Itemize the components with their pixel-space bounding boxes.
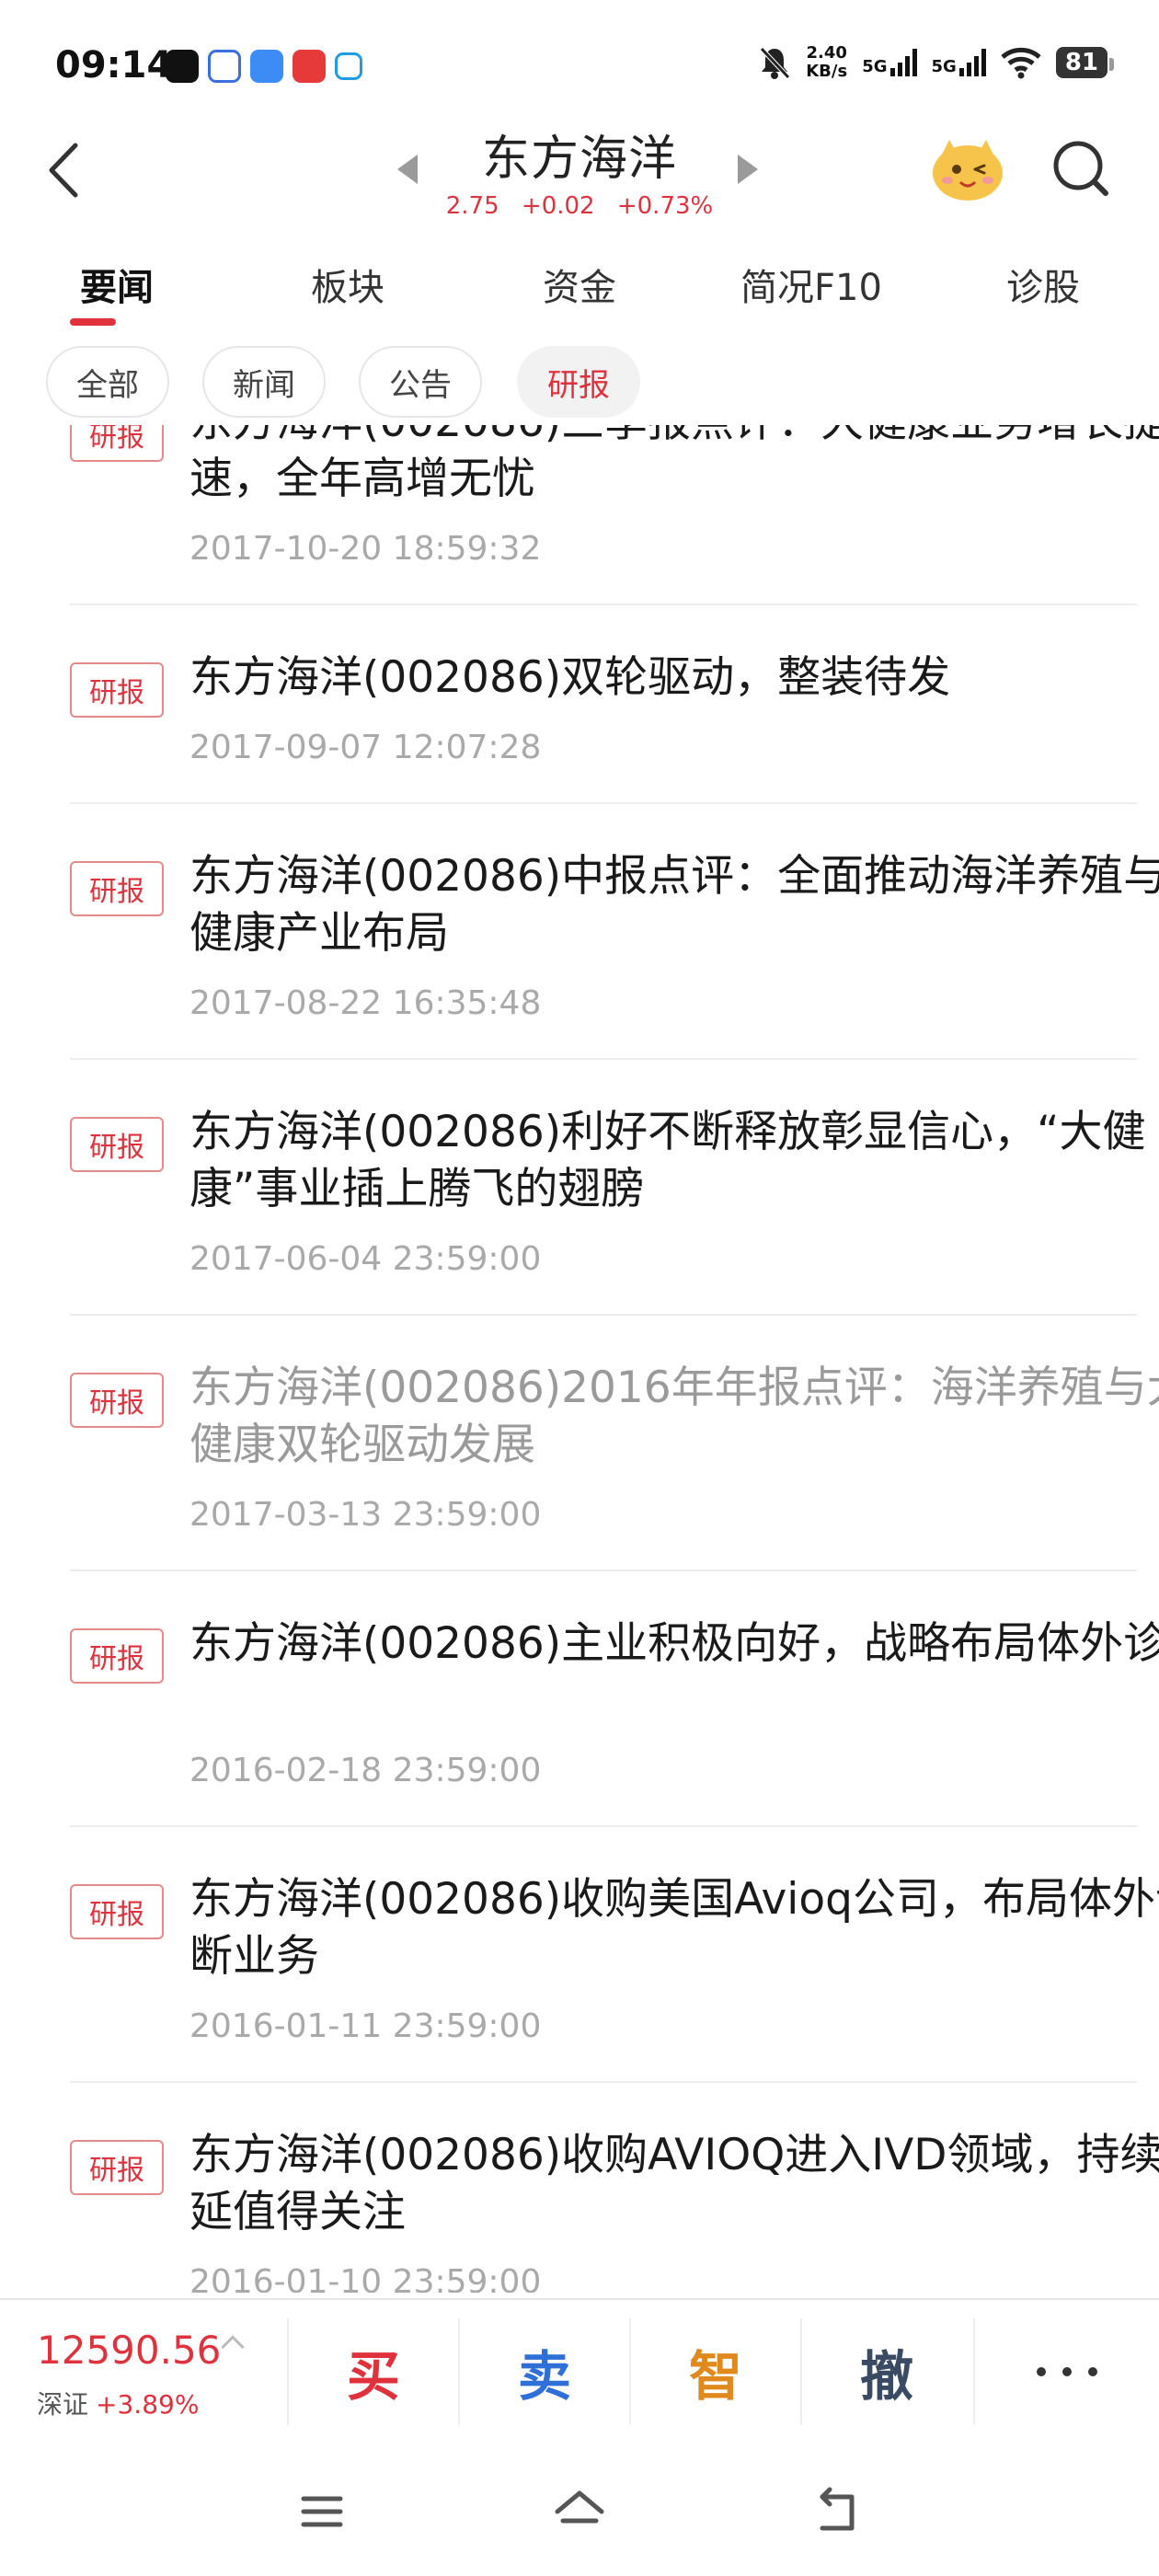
tab-funds[interactable]: 资金 <box>543 258 616 311</box>
status-time: 09:14 <box>55 44 173 86</box>
filter-research-reports[interactable]: 研报 <box>517 346 640 418</box>
shopping-app-icon <box>293 50 326 83</box>
tab-sector[interactable]: 板块 <box>311 258 384 311</box>
list-item[interactable]: 研报 东方海洋(002086)三季报点评：大健康业务增长提速，全年高增无忧 20… <box>70 425 1159 605</box>
mute-bell-icon <box>760 47 791 79</box>
active-tab-indicator <box>70 318 116 326</box>
notification-app-icons <box>166 50 362 83</box>
report-date: 2017-10-20 18:59:32 <box>189 530 542 568</box>
list-item[interactable]: 研报 东方海洋(002086)收购美国Avioq公司，布局体外诊断业务 2016… <box>70 1827 1159 2083</box>
stock-title: 东方海洋 2.75 +0.02 +0.73% <box>377 120 782 220</box>
report-title: 东方海洋(002086)2016年年报点评：海洋养殖与大健康双轮驱动发展 <box>189 1363 1159 1470</box>
more-options-icon[interactable] <box>973 2318 1159 2425</box>
stock-name: 东方海洋 <box>481 132 677 187</box>
report-tag: 研报 <box>70 425 164 462</box>
battery-indicator: 81 <box>1055 47 1115 78</box>
index-name-change: 深证 +3.89% <box>37 2385 199 2421</box>
report-title: 东方海洋(002086)收购美国Avioq公司，布局体外诊断业务 <box>189 1874 1159 1982</box>
tab-bar: 要闻 板块 资金 简况F10 诊股 <box>0 248 1159 331</box>
report-tag: 研报 <box>70 2140 164 2195</box>
signal-bars-icon <box>958 49 986 76</box>
sell-button[interactable]: 卖 <box>458 2318 629 2425</box>
stock-price: 2.75 <box>445 192 499 220</box>
network-speed: 2.40 KB/s <box>806 43 848 81</box>
report-date: 2017-09-07 12:07:28 <box>189 729 542 766</box>
baidu-app-icon <box>208 50 241 83</box>
index-change: +3.89% <box>96 2389 200 2420</box>
trade-bar: 12590.56 深证 +3.89% 买 卖 智 撤 <box>0 2298 1159 2445</box>
report-date: 2017-08-22 16:35:48 <box>189 984 542 1022</box>
report-tag: 研报 <box>70 1117 164 1172</box>
status-indicators: 2.40 KB/s 5G 5G 81 <box>758 43 1115 81</box>
filter-news[interactable]: 新闻 <box>202 346 326 418</box>
alipay-app-icon <box>335 52 362 80</box>
buy-button[interactable]: 买 <box>287 2318 458 2425</box>
stock-change-pct: +0.73% <box>616 192 714 220</box>
menu-icon[interactable] <box>294 2484 350 2539</box>
tab-diagnosis[interactable]: 诊股 <box>1006 258 1080 311</box>
signal-indicator-1: 5G <box>862 49 917 76</box>
report-tag: 研报 <box>70 1373 164 1428</box>
next-stock-arrow-icon[interactable] <box>738 155 758 184</box>
index-name: 深证 <box>37 2389 89 2420</box>
report-date: 2017-03-13 23:59:00 <box>189 1496 542 1534</box>
report-title: 东方海洋(002086)主业积极向好，战略布局体外诊断 <box>189 1618 1159 1669</box>
cancel-order-button[interactable]: 撤 <box>800 2318 971 2425</box>
back-nav-icon[interactable] <box>809 2484 865 2539</box>
tiktok-app-icon <box>166 50 199 83</box>
report-tag: 研报 <box>70 662 164 718</box>
stock-header: 东方海洋 2.75 +0.02 +0.73% <box>0 110 1159 230</box>
chevron-up-icon <box>221 2335 245 2359</box>
chat-app-icon <box>250 50 283 83</box>
home-icon[interactable] <box>552 2484 607 2539</box>
list-item[interactable]: 研报 东方海洋(002086)利好不断释放彰显信心，“大健康”事业插上腾飞的翅膀… <box>70 1060 1145 1316</box>
mascot-assistant-icon[interactable] <box>929 134 1006 202</box>
tab-news[interactable]: 要闻 <box>80 258 154 311</box>
stock-quote: 2.75 +0.02 +0.73% <box>377 192 782 220</box>
stock-change: +0.02 <box>521 192 595 220</box>
research-report-list: 研报 东方海洋(002086)三季报点评：大健康业务增长提速，全年高增无忧 20… <box>0 425 1159 2293</box>
system-nav-bar <box>0 2447 1159 2576</box>
filter-chips: 全部 新闻 公告 研报 <box>0 342 1159 421</box>
list-item[interactable]: 研报 东方海洋(002086)2016年年报点评：海洋养殖与大健康双轮驱动发展 … <box>70 1316 1159 1571</box>
list-item[interactable]: 研报 东方海洋(002086)双轮驱动，整装待发 2017-09-07 12:0… <box>70 605 1137 804</box>
filter-all[interactable]: 全部 <box>46 346 169 418</box>
signal-indicator-2: 5G <box>932 49 986 76</box>
report-date: 2016-01-11 23:59:00 <box>189 2007 542 2045</box>
list-item[interactable]: 研报 东方海洋(002086)中报点评：全面推动海洋养殖与大健康产业布局 201… <box>70 804 1159 1060</box>
list-item[interactable]: 研报 东方海洋(002086)收购AVIOQ进入IVD领域，持续外延值得关注 2… <box>70 2083 1159 2293</box>
report-title: 东方海洋(002086)中报点评：全面推动海洋养殖与大健康产业布局 <box>189 851 1159 959</box>
report-tag: 研报 <box>70 1884 164 1939</box>
wifi-icon <box>1001 47 1041 79</box>
report-title: 东方海洋(002086)收购AVIOQ进入IVD领域，持续外延值得关注 <box>189 2130 1159 2237</box>
list-item[interactable]: 研报 东方海洋(002086)主业积极向好，战略布局体外诊断 2016-02-1… <box>70 1571 1159 1827</box>
report-date: 2016-02-18 23:59:00 <box>189 1752 542 1789</box>
report-date: 2017-06-04 23:59:00 <box>189 1240 542 1278</box>
back-arrow-icon[interactable] <box>37 138 92 202</box>
signal-bars-icon <box>889 49 917 76</box>
tab-f10-profile[interactable]: 简况F10 <box>740 258 882 311</box>
search-icon[interactable] <box>1049 136 1113 201</box>
report-tag: 研报 <box>70 1628 164 1684</box>
filter-announcements[interactable]: 公告 <box>359 346 482 418</box>
report-tag: 研报 <box>70 861 164 916</box>
index-value: 12590.56 <box>37 2328 222 2373</box>
smart-trade-button[interactable]: 智 <box>629 2318 800 2425</box>
report-date: 2016-01-10 23:59:00 <box>189 2263 542 2293</box>
report-title: 东方海洋(002086)利好不断释放彰显信心，“大健康”事业插上腾飞的翅膀 <box>189 1107 1146 1214</box>
report-title: 东方海洋(002086)三季报点评：大健康业务增长提速，全年高增无忧 <box>189 425 1159 504</box>
report-title: 东方海洋(002086)双轮驱动，整装待发 <box>189 652 951 703</box>
